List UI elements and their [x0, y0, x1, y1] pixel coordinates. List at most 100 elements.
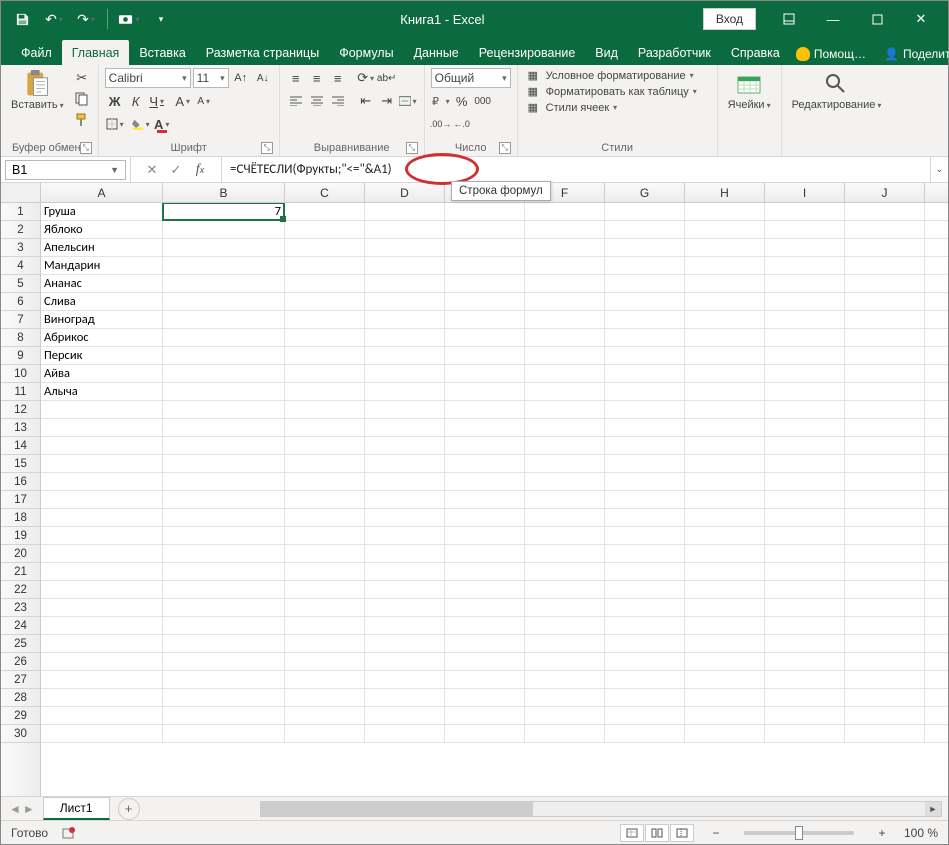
cell-C10[interactable]: [285, 365, 365, 383]
cell-J2[interactable]: [845, 221, 925, 239]
align-center-icon[interactable]: [307, 91, 327, 111]
cell-G16[interactable]: [605, 473, 685, 491]
cell-I1[interactable]: [765, 203, 845, 221]
cell-G29[interactable]: [605, 707, 685, 725]
cell-H9[interactable]: [685, 347, 765, 365]
column-header-C[interactable]: C: [285, 183, 365, 202]
cell-E3[interactable]: [445, 239, 525, 257]
format-as-table-button[interactable]: ▦Форматировать как таблицу▾: [524, 84, 701, 99]
cell-A8[interactable]: Абрикос: [41, 329, 163, 347]
cell-F22[interactable]: [525, 581, 605, 599]
row-header-7[interactable]: 7: [1, 311, 40, 329]
cell-G23[interactable]: [605, 599, 685, 617]
cell-F24[interactable]: [525, 617, 605, 635]
cell-E1[interactable]: [445, 203, 525, 221]
cell-I4[interactable]: [765, 257, 845, 275]
cell-D10[interactable]: [365, 365, 445, 383]
cell-E5[interactable]: [445, 275, 525, 293]
enter-formula-icon[interactable]: ✓: [165, 160, 187, 180]
cell-K24[interactable]: [925, 617, 948, 635]
cell-E10[interactable]: [445, 365, 525, 383]
cell-K19[interactable]: [925, 527, 948, 545]
row-headers[interactable]: 1234567891011121314151617181920212223242…: [1, 203, 41, 796]
cell-H17[interactable]: [685, 491, 765, 509]
cell-B21[interactable]: [163, 563, 285, 581]
cell-J22[interactable]: [845, 581, 925, 599]
cell-A10[interactable]: Айва: [41, 365, 163, 383]
editing-button[interactable]: Редактирование: [788, 68, 886, 113]
cell-J4[interactable]: [845, 257, 925, 275]
cell-J6[interactable]: [845, 293, 925, 311]
cell-B14[interactable]: [163, 437, 285, 455]
cell-G21[interactable]: [605, 563, 685, 581]
cell-G30[interactable]: [605, 725, 685, 743]
cell-H27[interactable]: [685, 671, 765, 689]
cell-E2[interactable]: [445, 221, 525, 239]
cell-K7[interactable]: [925, 311, 948, 329]
cell-A12[interactable]: [41, 401, 163, 419]
cell-F17[interactable]: [525, 491, 605, 509]
cell-I11[interactable]: [765, 383, 845, 401]
cell-E8[interactable]: [445, 329, 525, 347]
cell-G4[interactable]: [605, 257, 685, 275]
cell-D17[interactable]: [365, 491, 445, 509]
cell-F26[interactable]: [525, 653, 605, 671]
align-left-icon[interactable]: [286, 91, 306, 111]
cell-K27[interactable]: [925, 671, 948, 689]
cell-G27[interactable]: [605, 671, 685, 689]
cell-F27[interactable]: [525, 671, 605, 689]
cell-D6[interactable]: [365, 293, 445, 311]
cell-B25[interactable]: [163, 635, 285, 653]
zoom-in-button[interactable]: +: [874, 826, 890, 840]
cell-H18[interactable]: [685, 509, 765, 527]
zoom-slider[interactable]: [744, 831, 854, 835]
cell-F29[interactable]: [525, 707, 605, 725]
cell-H4[interactable]: [685, 257, 765, 275]
cell-G20[interactable]: [605, 545, 685, 563]
cell-K30[interactable]: [925, 725, 948, 743]
cell-F19[interactable]: [525, 527, 605, 545]
share-button[interactable]: 👤Поделиться: [878, 43, 949, 65]
view-normal-icon[interactable]: [620, 824, 644, 842]
cell-G15[interactable]: [605, 455, 685, 473]
cell-C29[interactable]: [285, 707, 365, 725]
ribbon-display-options-icon[interactable]: [768, 1, 810, 37]
cell-E6[interactable]: [445, 293, 525, 311]
tab-view[interactable]: Вид: [585, 40, 628, 65]
font-size-small-icon[interactable]: A: [194, 91, 214, 111]
cell-C28[interactable]: [285, 689, 365, 707]
cell-C19[interactable]: [285, 527, 365, 545]
cell-I15[interactable]: [765, 455, 845, 473]
cell-G1[interactable]: [605, 203, 685, 221]
cell-F2[interactable]: [525, 221, 605, 239]
tab-help[interactable]: Справка: [721, 40, 790, 65]
insert-function-icon[interactable]: fx: [189, 160, 211, 180]
cancel-formula-icon[interactable]: ✕: [141, 160, 163, 180]
row-header-6[interactable]: 6: [1, 293, 40, 311]
row-header-13[interactable]: 13: [1, 419, 40, 437]
cell-B24[interactable]: [163, 617, 285, 635]
cell-A9[interactable]: Персик: [41, 347, 163, 365]
column-header-B[interactable]: B: [163, 183, 285, 202]
tab-insert[interactable]: Вставка: [129, 40, 195, 65]
cell-H12[interactable]: [685, 401, 765, 419]
cell-K17[interactable]: [925, 491, 948, 509]
cell-E11[interactable]: [445, 383, 525, 401]
cell-C18[interactable]: [285, 509, 365, 527]
cell-K6[interactable]: [925, 293, 948, 311]
cell-J25[interactable]: [845, 635, 925, 653]
cell-H21[interactable]: [685, 563, 765, 581]
cell-J27[interactable]: [845, 671, 925, 689]
cell-K18[interactable]: [925, 509, 948, 527]
cell-A1[interactable]: Груша: [41, 203, 163, 221]
cell-I12[interactable]: [765, 401, 845, 419]
save-icon[interactable]: [11, 8, 33, 30]
cell-D22[interactable]: [365, 581, 445, 599]
cell-G3[interactable]: [605, 239, 685, 257]
row-header-4[interactable]: 4: [1, 257, 40, 275]
add-sheet-button[interactable]: +: [118, 798, 140, 820]
wrap-text-icon[interactable]: ab↵: [377, 68, 397, 88]
increase-decimal-icon[interactable]: .00→: [431, 114, 451, 134]
redo-icon[interactable]: ↷: [75, 8, 97, 30]
cell-E7[interactable]: [445, 311, 525, 329]
